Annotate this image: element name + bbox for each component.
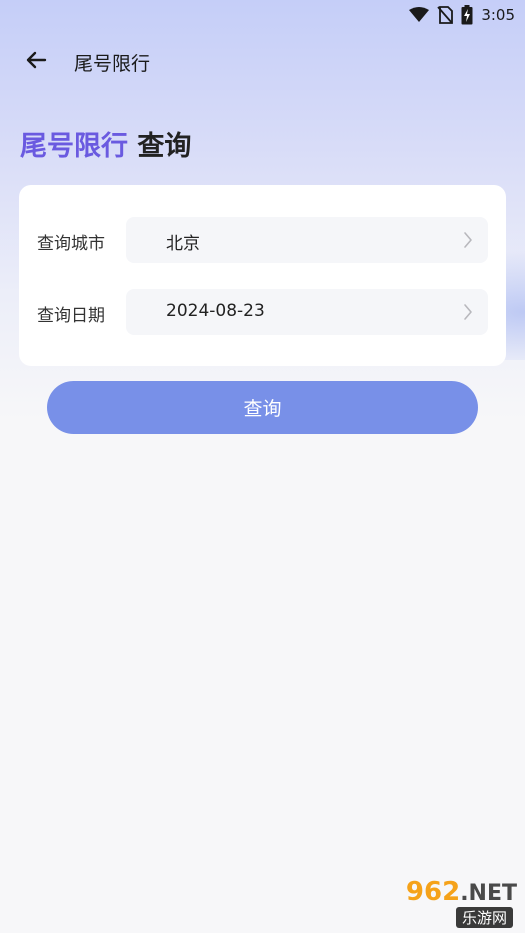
query-form-card: 查询城市 北京 查询日期 2024-08-23 [19,185,506,366]
wifi-icon [409,7,430,23]
battery-charging-icon [461,5,473,25]
watermark-logo: 962.NET 乐游网 [382,877,517,929]
section-heading: 尾号限行 查询 [20,124,191,163]
status-icons: 3:05 [409,4,515,26]
chevron-right-icon [462,230,474,250]
page-title: 尾号限行 [74,53,151,75]
city-value: 北京 [166,234,200,254]
date-selector[interactable]: 2024-08-23 [126,289,488,335]
date-label: 查询日期 [37,306,105,326]
no-sim-icon [437,6,454,24]
nav-bar: 尾号限行 [0,36,525,86]
watermark-sub: 乐游网 [455,907,513,928]
form-row-date: 查询日期 2024-08-23 [19,289,506,335]
status-time: 3:05 [481,6,515,24]
form-row-city: 查询城市 北京 [19,217,506,263]
query-button[interactable]: 查询 [47,381,478,434]
date-value: 2024-08-23 [166,301,265,321]
back-button[interactable] [22,48,50,76]
arrow-left-icon [24,48,48,76]
city-selector[interactable]: 北京 [126,217,488,263]
watermark-brand: 962.NET [405,877,517,907]
city-label: 查询城市 [37,234,105,254]
heading-rest: 查询 [137,131,192,162]
status-bar: 3:05 [0,0,525,30]
heading-accent: 尾号限行 [20,131,128,162]
chevron-right-icon [462,302,474,322]
